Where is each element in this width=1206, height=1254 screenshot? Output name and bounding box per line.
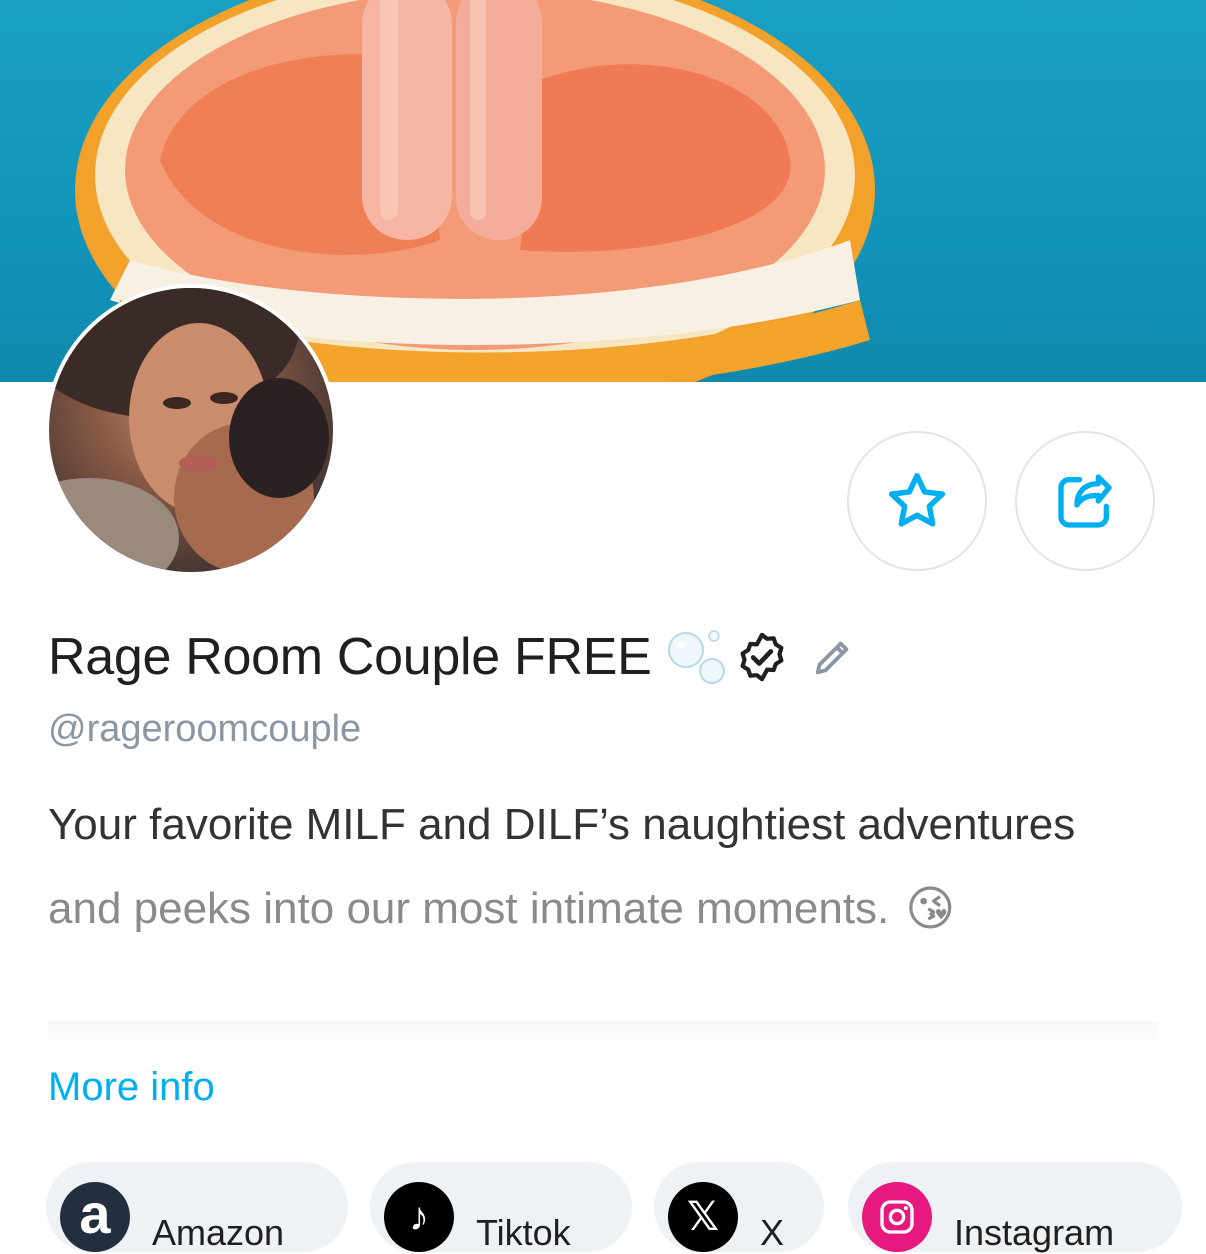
bio-line-2-text: and peeks into our most intimate moments… [48, 884, 890, 933]
social-link-instagram[interactable]: Instagram [848, 1162, 1182, 1253]
display-name: Rage Room Couple FREE [48, 628, 652, 686]
add-to-favorites-button[interactable] [847, 431, 987, 571]
instagram-icon [862, 1182, 932, 1252]
social-link-x[interactable]: 𝕏 X [654, 1162, 824, 1253]
social-link-label: Tiktok [476, 1212, 571, 1253]
verified-badge-icon [734, 629, 790, 685]
username-handle: @rageroomcouple [48, 708, 362, 750]
bio-line-1: Your favorite MILF and DILF’s naughtiest… [48, 800, 1076, 849]
share-icon [1058, 474, 1112, 528]
avatar[interactable] [45, 284, 337, 576]
social-link-label: X [760, 1212, 785, 1253]
tiktok-icon: ♪ [384, 1182, 454, 1252]
x-icon: 𝕏 [668, 1182, 738, 1252]
bio-fade-overlay [48, 1022, 1158, 1046]
social-link-amazon[interactable]: a Amazon [46, 1162, 348, 1253]
avatar-photo [49, 288, 333, 572]
social-link-label: Amazon [152, 1212, 285, 1253]
edit-pencil-icon[interactable] [810, 634, 856, 680]
more-info-link[interactable]: More info [48, 1065, 215, 1110]
kiss-emoji-icon: 😘 [905, 883, 956, 936]
share-button[interactable] [1015, 431, 1155, 571]
profile-name-row: Rage Room Couple FREE [48, 620, 856, 694]
bubbles-emoji-icon [666, 626, 728, 688]
social-link-tiktok[interactable]: ♪ Tiktok [370, 1162, 632, 1253]
social-link-label: Instagram [954, 1212, 1115, 1253]
bio-line-2: and peeks into our most intimate moments… [48, 881, 955, 937]
amazon-icon: a [60, 1182, 130, 1252]
star-icon [888, 472, 946, 527]
